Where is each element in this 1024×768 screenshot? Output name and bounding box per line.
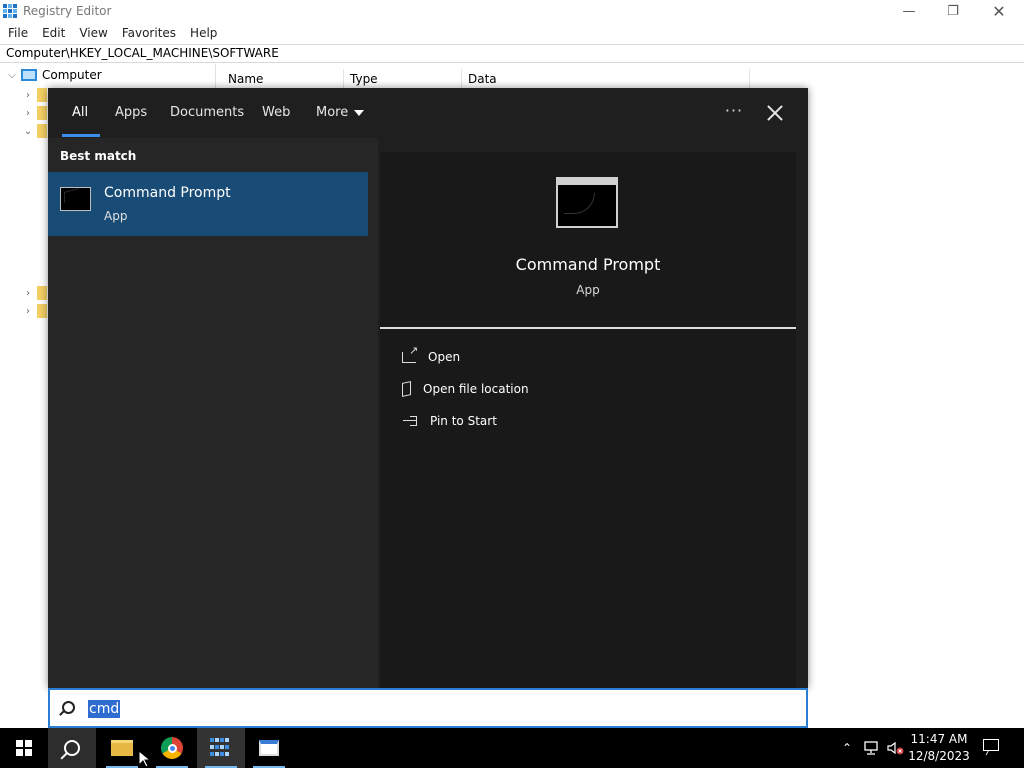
taskbar-chrome[interactable] (148, 728, 196, 768)
clock-date: 12/8/2023 (908, 749, 970, 763)
clock-time: 11:47 AM (910, 732, 968, 746)
action-label: Pin to Start (430, 414, 497, 428)
search-icon (62, 701, 75, 714)
address-bar[interactable]: Computer\HKEY_LOCAL_MACHINE\SOFTWARE (0, 44, 1024, 63)
registry-editor-icon (210, 738, 232, 758)
column-name[interactable]: Name (222, 69, 344, 89)
detail-kind: App (576, 283, 600, 297)
search-box[interactable]: cmd (48, 688, 808, 728)
command-prompt-icon (60, 187, 91, 211)
chevron-right-icon[interactable]: › (22, 288, 34, 299)
tree-item[interactable]: ⌄ (22, 122, 47, 140)
divider (380, 327, 796, 329)
taskbar: ⌃ 11:47 AM 12/8/2023 (0, 728, 1024, 768)
detail-title: Command Prompt (515, 255, 661, 274)
tree-item[interactable]: › (22, 104, 47, 122)
menu-file[interactable]: File (0, 26, 35, 40)
registry-editor-icon (3, 4, 17, 18)
folder-icon (37, 304, 47, 318)
result-kind: App (104, 209, 128, 223)
folder-icon (37, 124, 47, 138)
file-location-icon (402, 381, 411, 397)
file-explorer-icon (111, 740, 133, 756)
registry-titlebar: Registry Editor (0, 0, 1024, 22)
chevron-right-icon[interactable]: › (22, 306, 34, 317)
volume-muted-icon[interactable] (884, 728, 906, 768)
notepad-icon (259, 740, 279, 756)
details-pane: Command Prompt App Open Open file locati… (380, 152, 796, 688)
pin-icon (402, 414, 418, 428)
search-input[interactable]: cmd (88, 700, 121, 718)
close-icon[interactable] (762, 100, 788, 126)
chevron-down-icon[interactable]: ⌄ (22, 126, 34, 137)
result-name: Command Prompt (104, 185, 231, 201)
tab-all[interactable]: All (72, 105, 88, 120)
tab-apps[interactable]: Apps (115, 105, 147, 120)
windows-logo-icon (16, 740, 32, 756)
chevron-right-icon[interactable]: › (22, 108, 34, 119)
menu-view[interactable]: View (72, 26, 114, 40)
minimize-button[interactable]: — (886, 0, 932, 22)
folder-icon (37, 88, 47, 102)
best-match-result[interactable]: Command Prompt App (48, 172, 368, 236)
action-label: Open file location (423, 382, 529, 396)
tree-item-label: Computer (42, 68, 102, 82)
tree-item[interactable]: › (22, 284, 47, 302)
tree-item-computer[interactable]: ⌵ Computer (6, 66, 102, 84)
network-icon[interactable] (860, 728, 882, 768)
notification-center-button[interactable] (980, 736, 1004, 760)
tab-documents[interactable]: Documents (170, 105, 244, 120)
action-label: Open (428, 350, 461, 364)
tree-item[interactable]: › (22, 302, 47, 320)
chevron-down-icon[interactable]: ⌵ (6, 70, 18, 81)
taskbar-registry-editor[interactable] (197, 728, 245, 768)
results-pane: Best match Command Prompt App (48, 138, 378, 688)
tree-item[interactable]: › (22, 86, 47, 104)
section-title: Best match (60, 149, 137, 163)
search-tabs: All Apps Documents Web More ··· (48, 88, 808, 138)
chrome-icon (161, 737, 183, 759)
column-data[interactable]: Data (462, 69, 750, 89)
search-icon (64, 740, 80, 756)
column-type[interactable]: Type (344, 69, 462, 89)
computer-icon (21, 69, 37, 81)
command-prompt-icon (556, 177, 618, 228)
tab-more[interactable]: More (316, 105, 365, 120)
show-hidden-icons-button[interactable]: ⌃ (838, 728, 856, 768)
active-tab-indicator (62, 134, 100, 137)
folder-icon (37, 286, 47, 300)
action-open-file-location[interactable]: Open file location (402, 378, 529, 400)
open-icon (402, 344, 418, 363)
chevron-up-icon: ⌃ (841, 741, 853, 755)
taskbar-notepad[interactable] (245, 728, 293, 768)
action-pin-to-start[interactable]: Pin to Start (402, 410, 497, 432)
system-clock[interactable]: 11:47 AM 12/8/2023 (906, 731, 972, 765)
menu-edit[interactable]: Edit (35, 26, 72, 40)
action-open[interactable]: Open (402, 344, 461, 368)
taskbar-search-button[interactable] (48, 728, 96, 768)
tab-more-label: More (316, 105, 349, 120)
menu-help[interactable]: Help (183, 26, 224, 40)
window-title: Registry Editor (23, 4, 112, 18)
close-window-button[interactable]: ✕ (976, 0, 1022, 22)
start-button[interactable] (0, 728, 48, 768)
tab-web[interactable]: Web (262, 105, 290, 120)
notification-icon (983, 739, 999, 751)
menu-favorites[interactable]: Favorites (115, 26, 183, 40)
more-options-button[interactable]: ··· (722, 100, 746, 124)
folder-icon (37, 106, 47, 120)
restore-button[interactable]: ❐ (930, 0, 976, 22)
caret-down-icon (354, 109, 365, 116)
menu-bar: File Edit View Favorites Help (0, 23, 224, 43)
chevron-right-icon[interactable]: › (22, 90, 34, 101)
search-flyout: All Apps Documents Web More ··· Best mat… (48, 88, 808, 688)
